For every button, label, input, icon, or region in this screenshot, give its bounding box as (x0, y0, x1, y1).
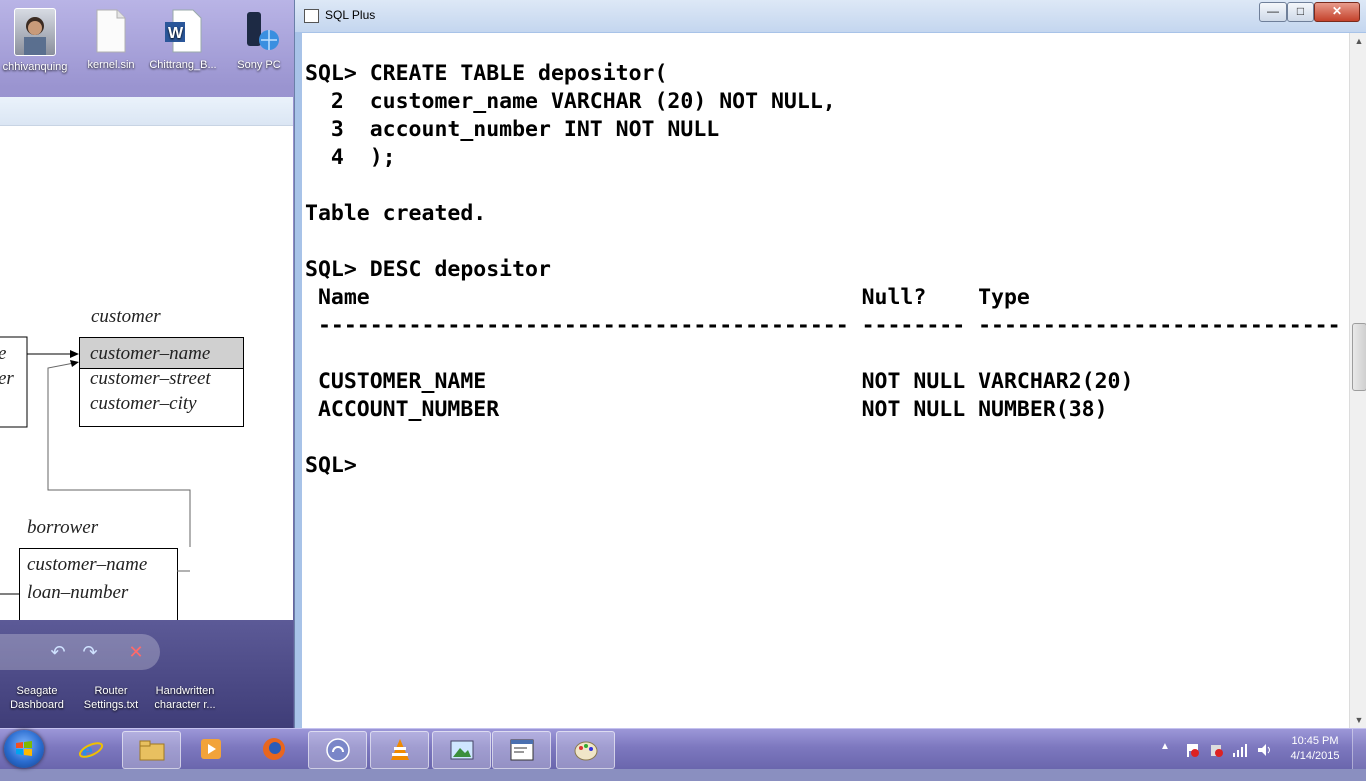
desktop-icon-user[interactable]: chhivanquing (0, 8, 70, 74)
desktop-icon-label: Sony PC (237, 59, 281, 71)
console-line: ----------------------------------------… (305, 313, 1341, 338)
clock-date: 4/14/2015 (1290, 750, 1340, 762)
title-bar[interactable]: SQL Plus — □ ✕ (295, 0, 1366, 32)
desktop-icon-label: Chittrang_B... (149, 59, 217, 71)
internet-explorer-icon: e (78, 738, 104, 761)
console-line: SQL> CREATE TABLE depositor( (305, 61, 668, 86)
taskbar-sqlplus[interactable] (492, 731, 551, 769)
desktop-icon-router-settings[interactable]: Router Settings.txt (76, 684, 146, 712)
console-line: Table created. (305, 201, 487, 226)
taskbar-file-explorer[interactable] (122, 731, 181, 769)
console-line: SQL> DESC depositor (305, 257, 551, 282)
security-icon[interactable] (1208, 742, 1224, 758)
close-button[interactable]: ✕ (1314, 2, 1360, 22)
console-line: CUSTOMER_NAME NOT NULL VARCHAR2(20) (305, 369, 1134, 394)
close-icon[interactable]: ✕ (126, 642, 146, 662)
undo-icon[interactable]: ↶ (48, 642, 68, 662)
sqlplus-window: SQL Plus — □ ✕ SQL> CREATE TABLE deposit… (294, 0, 1366, 728)
desktop-icon-label: Router Settings.txt (83, 685, 139, 711)
maximize-button[interactable]: □ (1287, 2, 1314, 22)
show-hidden-icons-icon[interactable]: ▲ (1160, 741, 1174, 781)
minimize-button[interactable]: — (1259, 2, 1287, 22)
console-prompt: SQL> (305, 453, 357, 478)
vertical-scrollbar[interactable]: ▲ ▼ (1349, 33, 1366, 728)
console-line: Name Null? Type (305, 285, 1030, 310)
scroll-down-icon[interactable]: ▼ (1350, 712, 1366, 728)
desktop-icon-seagate[interactable]: Seagate Dashboard (2, 684, 72, 712)
taskbar-paint[interactable] (556, 731, 615, 769)
windows-logo-icon (16, 741, 32, 756)
desktop-icon-label: Seagate Dashboard (10, 685, 64, 711)
system-clock[interactable]: 10:45 PM 4/14/2015 (1284, 734, 1346, 764)
clock-time: 10:45 PM (1291, 735, 1339, 747)
floating-toolbar: ↶ ↷ ✕ (0, 634, 160, 670)
show-desktop-button[interactable] (1352, 729, 1366, 769)
action-center-flag-icon[interactable] (1184, 742, 1200, 758)
paint-icon (574, 741, 598, 761)
console-line: ACCOUNT_NUMBER NOT NULL NUMBER(38) (305, 397, 1108, 422)
window-title: SQL Plus (325, 8, 376, 22)
bittorrent-icon (326, 738, 350, 762)
desktop-lower-area: ↶ ↷ ✕ Seagate Dashboard Router Settings.… (0, 620, 293, 728)
borrower-field-loan-number: loan–number (27, 582, 129, 603)
desktop-icon-label: kernel.sin (87, 59, 135, 71)
taskbar-vlc[interactable] (370, 731, 429, 769)
sony-pc-icon (239, 8, 279, 54)
desktop-icon-sony-pc[interactable]: Sony PC (224, 8, 294, 72)
desktop-icon-handwritten[interactable]: Handwritten character r... (150, 684, 220, 712)
customer-entity-title: customer (91, 306, 161, 327)
text-file-icon (91, 8, 131, 54)
customer-field-street: customer–street (90, 368, 211, 389)
photo-viewer-icon (450, 740, 474, 760)
background-document-window: customer customer–name customer–street c… (0, 97, 293, 620)
volume-icon[interactable] (1256, 742, 1272, 758)
svg-text:W: W (168, 25, 184, 42)
redo-icon[interactable]: ↷ (80, 642, 100, 662)
scrollbar-thumb[interactable] (1352, 323, 1366, 391)
console-line: 2 customer_name VARCHAR (20) NOT NULL, (305, 89, 836, 114)
media-player-icon (201, 739, 221, 759)
taskbar-media-player[interactable] (182, 731, 239, 767)
left-fragment-2: er (0, 368, 14, 389)
taskbar-bittorrent[interactable] (308, 731, 367, 769)
left-fragment-1: e (0, 343, 6, 365)
scroll-up-icon[interactable]: ▲ (1350, 33, 1366, 49)
borrower-entity-title: borrower (27, 517, 99, 538)
firefox-icon (263, 738, 285, 760)
customer-field-name: customer–name (90, 343, 211, 364)
desktop-icon-word-doc[interactable]: W Chittrang_B... (148, 8, 218, 72)
console-output[interactable]: SQL> CREATE TABLE depositor( 2 customer_… (302, 33, 1349, 728)
start-button[interactable] (4, 730, 44, 768)
customer-field-city: customer–city (90, 393, 197, 414)
vlc-icon (391, 739, 409, 760)
console-line: 3 account_number INT NOT NULL (305, 117, 720, 142)
word-doc-icon: W (163, 8, 203, 54)
console-line: 4 ); (305, 145, 396, 170)
sqlplus-task-icon (510, 739, 534, 761)
desktop-icon-label: Handwritten character r... (154, 685, 216, 711)
user-photo-icon (14, 8, 56, 56)
network-signal-icon[interactable] (1232, 742, 1248, 758)
file-explorer-icon (139, 740, 165, 761)
taskbar-internet-explorer[interactable]: e (62, 731, 119, 767)
taskbar-photo-viewer[interactable] (432, 731, 491, 769)
taskbar-firefox[interactable] (245, 731, 302, 767)
taskbar: e ▲ 10:45 PM 4/14/2015 (0, 728, 1366, 769)
desktop-icon-kernel[interactable]: kernel.sin (76, 8, 146, 72)
desktop-icon-label: chhivanquing (2, 61, 68, 73)
sqlplus-app-icon[interactable] (304, 9, 319, 23)
borrower-field-customer-name: customer–name (27, 554, 148, 575)
